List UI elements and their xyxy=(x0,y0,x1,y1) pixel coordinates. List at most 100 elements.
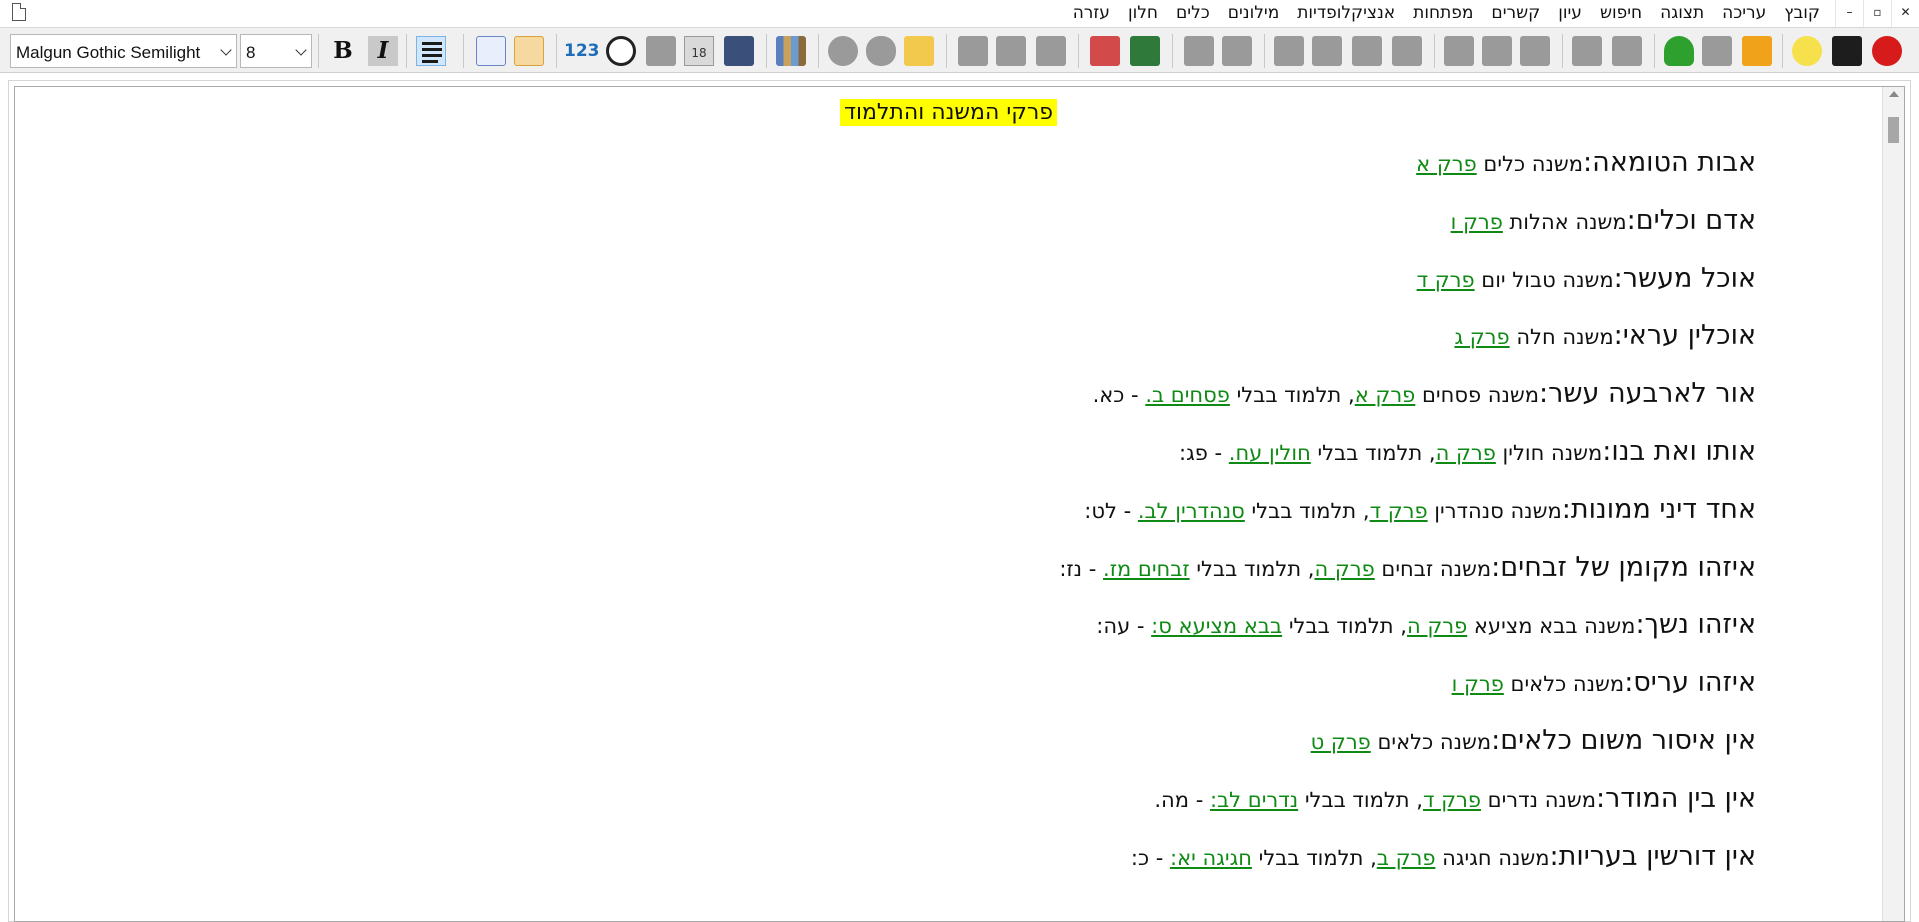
page-icon[interactable] xyxy=(1184,36,1214,66)
magnifier-icon[interactable] xyxy=(1090,36,1120,66)
bridge-icon[interactable] xyxy=(1036,36,1066,66)
perek-link[interactable]: פרק ד xyxy=(1423,788,1481,812)
menu-study[interactable]: עיון xyxy=(1549,0,1591,27)
tree-icon[interactable] xyxy=(1664,36,1694,66)
font-size-select[interactable]: 8 xyxy=(240,34,312,68)
perek-link[interactable]: פרק ה xyxy=(1314,557,1374,581)
search-page-icon[interactable] xyxy=(1222,36,1252,66)
entry-term: אין דורשין בעריות: xyxy=(1549,840,1756,872)
scroll-thumb[interactable] xyxy=(1888,117,1899,143)
perek-link[interactable]: פרק ב xyxy=(1377,846,1436,870)
entry-source: משנה כלאים פרק ט xyxy=(1310,729,1492,754)
help-icon[interactable] xyxy=(828,36,858,66)
list-icon[interactable] xyxy=(1520,36,1550,66)
grid-icon[interactable] xyxy=(476,36,506,66)
daf-link[interactable]: סנהדרין לב. xyxy=(1138,499,1245,523)
indent-icon[interactable] xyxy=(1572,36,1602,66)
perek-link[interactable]: פרק ג xyxy=(1454,325,1509,349)
daf-link[interactable]: חגיגה יא: xyxy=(1170,846,1252,870)
menu-window[interactable]: חלון xyxy=(1119,0,1167,27)
book-icon[interactable] xyxy=(1130,36,1160,66)
font-family-select[interactable]: Malgun Gothic Semilight xyxy=(10,34,237,68)
minimize-button[interactable]: – xyxy=(1835,0,1863,27)
text-page-icon[interactable] xyxy=(1352,36,1382,66)
scroll-up-icon[interactable] xyxy=(1889,91,1899,97)
daf-link[interactable]: בבא מציעא ס: xyxy=(1151,614,1282,638)
menu-links[interactable]: קשרים xyxy=(1482,0,1549,27)
perek-link[interactable]: פרק ו xyxy=(1451,210,1503,234)
undo-icon[interactable] xyxy=(1702,36,1732,66)
toolbar-separator xyxy=(556,34,557,68)
menu-bar: קובץ עריכה תצוגה חיפוש עיון קשרים מפתחות… xyxy=(0,0,1919,27)
toolbar-separator xyxy=(946,34,947,68)
upload-icon[interactable] xyxy=(646,36,676,66)
menu-tools[interactable]: כלים xyxy=(1167,0,1219,27)
lock-icon[interactable] xyxy=(1742,36,1772,66)
daf-link[interactable]: נדרים לב: xyxy=(1210,788,1298,812)
notebook-icon[interactable] xyxy=(724,36,754,66)
list-item: אבות הטומאה: משנה כלים פרק א xyxy=(556,147,1756,205)
outdent-icon[interactable] xyxy=(1612,36,1642,66)
align-button[interactable] xyxy=(416,36,446,66)
perek-link[interactable]: פרק א xyxy=(1416,152,1477,176)
entry-term: אוכלין עראי: xyxy=(1613,320,1756,352)
perek-link[interactable]: פרק א xyxy=(1355,383,1416,407)
toolbar-separator xyxy=(766,34,767,68)
menu-dictionaries[interactable]: מילונים xyxy=(1219,0,1289,27)
close-button[interactable]: ✕ xyxy=(1891,0,1919,27)
lightbulb-icon[interactable] xyxy=(1792,36,1822,66)
toolbar-separator xyxy=(1172,34,1173,68)
arrow-right-icon[interactable] xyxy=(1444,36,1474,66)
document-icon[interactable] xyxy=(12,3,26,21)
restore-button[interactable]: ▫ xyxy=(1863,0,1891,27)
pomegranate-icon[interactable] xyxy=(1872,36,1902,66)
menu-items: קובץ עריכה תצוגה חיפוש עיון קשרים מפתחות… xyxy=(1064,0,1829,27)
table-icon[interactable] xyxy=(514,36,544,66)
perek-link[interactable]: פרק ה xyxy=(1436,441,1496,465)
folder-icon[interactable] xyxy=(904,36,934,66)
menu-edit[interactable]: עריכה xyxy=(1713,0,1775,27)
menu-search[interactable]: חיפוש xyxy=(1591,0,1651,27)
bold-button[interactable]: B xyxy=(328,36,358,66)
entry-term: אור לארבעה עשר: xyxy=(1539,378,1756,410)
translate-icon[interactable] xyxy=(1832,36,1862,66)
person-icon[interactable] xyxy=(606,36,636,66)
perek-link[interactable]: פרק ה xyxy=(1407,614,1467,638)
arrow-left-icon[interactable] xyxy=(1482,36,1512,66)
daf-link[interactable]: חולין עח. xyxy=(1229,441,1311,465)
books-icon[interactable] xyxy=(776,36,806,66)
entries-list: אבות הטומאה: משנה כלים פרק א אדם וכלים: … xyxy=(556,147,1756,898)
entry-term: אחד דיני ממונות: xyxy=(1561,493,1756,525)
cloud-icon[interactable] xyxy=(866,36,896,66)
document-view[interactable]: פרקי המשנה והתלמוד אבות הטומאה: משנה כלי… xyxy=(14,86,1905,922)
daf-link[interactable]: פסחים ב. xyxy=(1145,383,1230,407)
toolbar-separator xyxy=(1078,34,1079,68)
calendar-icon[interactable]: 18 xyxy=(684,36,714,66)
menu-view[interactable]: תצוגה xyxy=(1651,0,1713,27)
tree-structure-icon[interactable] xyxy=(1274,36,1304,66)
menu-file[interactable]: קובץ xyxy=(1775,0,1829,27)
italic-button[interactable]: I xyxy=(368,36,398,66)
menu-encyclopedias[interactable]: אנציקלופדיות xyxy=(1288,0,1404,27)
entry-source: משנה פסחים פרק א, תלמוד בבלי פסחים ב. - … xyxy=(1092,383,1540,408)
beaker-icon[interactable] xyxy=(996,36,1026,66)
eraser-icon[interactable] xyxy=(1392,36,1422,66)
perek-link[interactable]: פרק ד xyxy=(1370,499,1428,523)
perek-link[interactable]: פרק ט xyxy=(1311,730,1371,754)
perek-link[interactable]: פרק ד xyxy=(1417,268,1475,292)
flask-icon[interactable] xyxy=(958,36,988,66)
toolbar-separator xyxy=(1562,34,1563,68)
entry-term: אוכל מעשר: xyxy=(1613,262,1756,294)
list-item: איזהו מקומן של זבחים: משנה זבחים פרק ה, … xyxy=(556,552,1756,610)
vertical-scrollbar[interactable] xyxy=(1882,87,1904,921)
list-item: אדם וכלים: משנה אהלות פרק ו xyxy=(556,205,1756,263)
entry-source: משנה כלאים פרק ו xyxy=(1451,672,1625,697)
menu-help[interactable]: עזרה xyxy=(1064,0,1119,27)
perek-link[interactable]: פרק ו xyxy=(1452,672,1504,696)
numbers-icon[interactable]: 123 xyxy=(564,36,600,66)
move-icon[interactable] xyxy=(1312,36,1342,66)
menu-indexes[interactable]: מפתחות xyxy=(1404,0,1482,27)
page-title: פרקי המשנה והתלמוד xyxy=(839,99,1058,126)
daf-link[interactable]: זבחים מז. xyxy=(1103,557,1190,581)
toolbar-separator xyxy=(1782,34,1783,68)
